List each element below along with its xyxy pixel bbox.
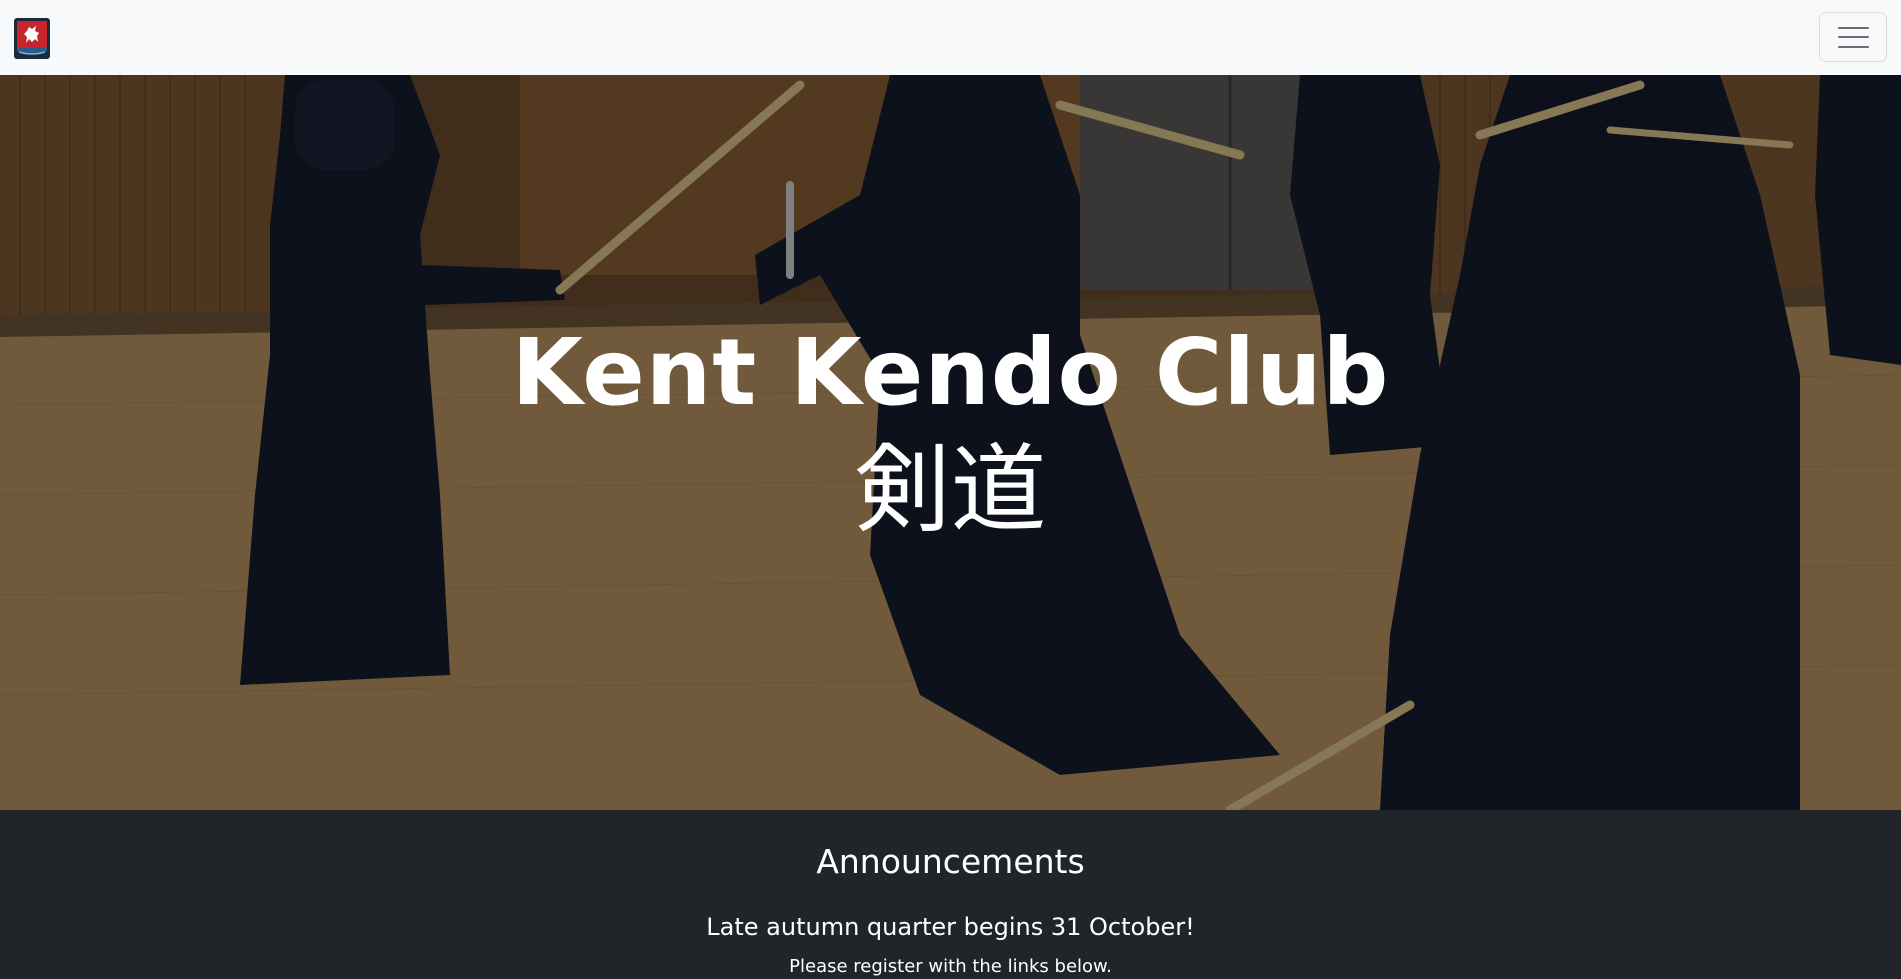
hero-banner: Kent Kendo Club 剣道 bbox=[0, 75, 1901, 810]
hero-title: Kent Kendo Club bbox=[511, 319, 1390, 426]
navbar bbox=[0, 0, 1901, 75]
navbar-toggle-button[interactable] bbox=[1819, 12, 1887, 62]
club-crest-logo-link[interactable] bbox=[14, 18, 50, 59]
hero-subtitle-kanji: 剣道 bbox=[854, 434, 1047, 546]
club-crest-icon bbox=[14, 18, 50, 59]
announcement-text: Please register with the links below. bbox=[789, 956, 1112, 977]
announcements-section: Announcements Late autumn quarter begins… bbox=[0, 810, 1901, 977]
announcements-heading: Announcements bbox=[816, 842, 1085, 881]
announcement-title: Late autumn quarter begins 31 October! bbox=[706, 913, 1195, 941]
